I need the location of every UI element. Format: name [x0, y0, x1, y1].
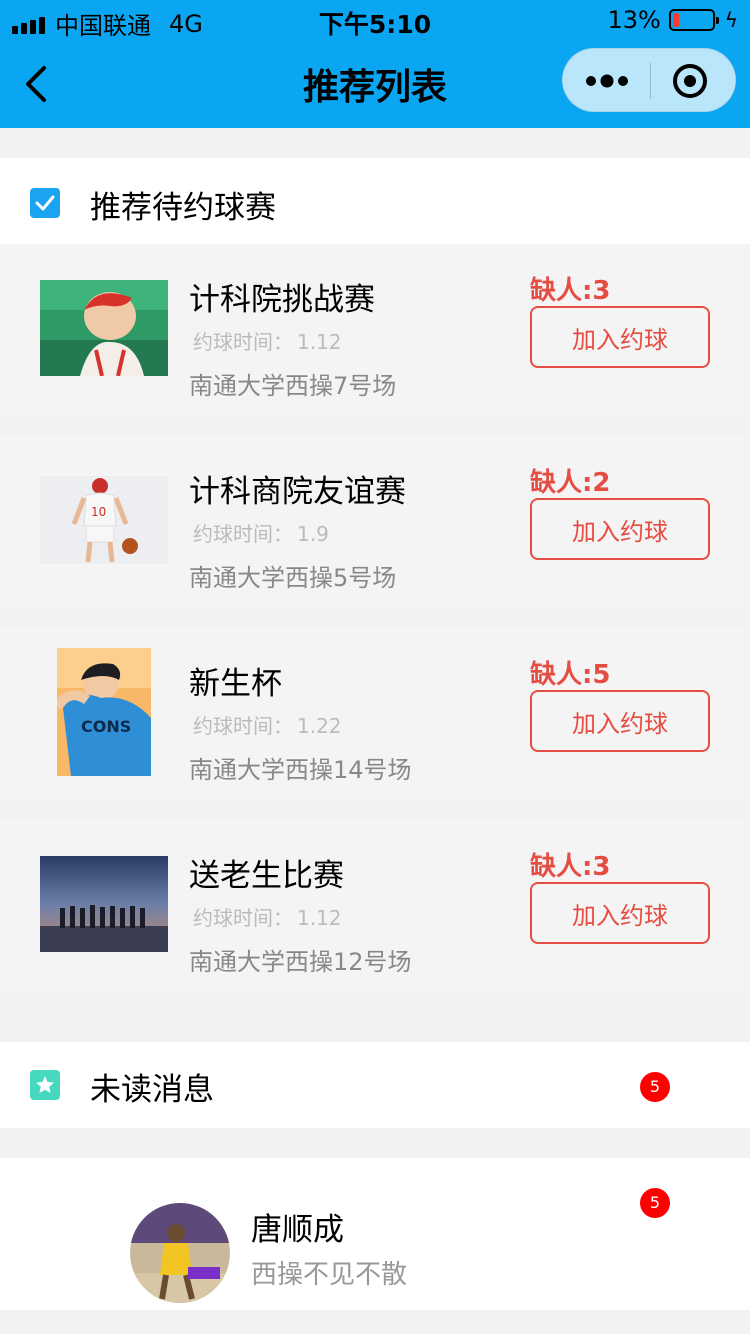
message-sender: 唐顺成 [251, 1212, 344, 1248]
section-title: 推荐待约球赛 [90, 190, 276, 226]
match-time: 约球时间： 1.9 [189, 518, 329, 547]
match-time-label: 约球时间： [193, 330, 293, 354]
status-right: 13% ϟ [607, 6, 738, 34]
recommend-section-header: 推荐待约球赛 [0, 158, 750, 244]
match-card[interactable]: 10 计科商院友谊赛 约球时间： 1.9 南通大学西操5号场 缺人:2 加入约球 [0, 436, 750, 608]
join-match-button[interactable]: 加入约球 [530, 690, 710, 752]
charging-icon: ϟ [724, 8, 738, 32]
missing-count: 缺人:3 [530, 852, 611, 882]
match-place: 南通大学西操14号场 [189, 756, 412, 784]
missing-count: 缺人:3 [530, 276, 611, 306]
match-thumbnail [40, 280, 168, 376]
svg-text:10: 10 [91, 505, 106, 519]
match-card[interactable]: CONS 新生杯 约球时间： 1.22 南通大学西操14号场 缺人:5 加入约球 [0, 628, 750, 800]
missing-count: 缺人:2 [530, 468, 611, 498]
match-title: 新生杯 [189, 666, 282, 702]
message-item[interactable]: 唐顺成 西操不见不散 5 [0, 1158, 750, 1310]
join-match-button[interactable]: 加入约球 [530, 306, 710, 368]
match-place: 南通大学西操7号场 [189, 372, 397, 400]
unread-section-header[interactable]: 未读消息 5 [0, 1042, 750, 1128]
unread-badge: 5 [640, 1072, 670, 1102]
match-thumbnail [40, 856, 168, 952]
star-icon [30, 1070, 60, 1100]
capsule-divider [650, 63, 651, 99]
match-time-value: 1.12 [297, 906, 342, 930]
battery-percent: 13% [607, 6, 661, 34]
checkbox-icon [30, 188, 60, 218]
status-bar: 中国联通 4G 下午5:10 13% ϟ [0, 0, 750, 40]
match-time-value: 1.22 [297, 714, 342, 738]
menu-capsule [562, 48, 736, 112]
match-time-label: 约球时间： [193, 906, 293, 930]
section-title: 未读消息 [90, 1072, 214, 1108]
battery-icon [668, 9, 719, 31]
match-title: 计科院挑战赛 [189, 282, 375, 318]
message-badge: 5 [640, 1188, 670, 1218]
match-thumbnail: 10 [40, 476, 168, 564]
match-title: 送老生比赛 [189, 858, 344, 894]
join-match-button[interactable]: 加入约球 [530, 498, 710, 560]
match-time: 约球时间： 1.22 [189, 710, 342, 739]
missing-count: 缺人:5 [530, 660, 611, 690]
match-time: 约球时间： 1.12 [189, 326, 342, 355]
match-place: 南通大学西操12号场 [189, 948, 412, 976]
avatar [130, 1203, 230, 1303]
more-dots-icon[interactable] [581, 59, 633, 103]
match-card[interactable]: 计科院挑战赛 约球时间： 1.12 南通大学西操7号场 缺人:3 加入约球 [0, 244, 750, 416]
match-time-value: 1.9 [297, 522, 329, 546]
nav-bar: 推荐列表 [0, 40, 750, 128]
match-time-label: 约球时间： [193, 714, 293, 738]
join-match-button[interactable]: 加入约球 [530, 882, 710, 944]
match-card[interactable]: 送老生比赛 约球时间： 1.12 南通大学西操12号场 缺人:3 加入约球 [0, 820, 750, 992]
svg-text:CONS: CONS [81, 717, 131, 736]
match-time: 约球时间： 1.12 [189, 902, 342, 931]
message-preview: 西操不见不散 [251, 1260, 408, 1290]
match-time-value: 1.12 [297, 330, 342, 354]
match-title: 计科商院友谊赛 [189, 474, 406, 510]
target-icon[interactable] [671, 62, 709, 100]
match-place: 南通大学西操5号场 [189, 564, 397, 592]
match-time-label: 约球时间： [193, 522, 293, 546]
match-thumbnail: CONS [57, 648, 151, 776]
